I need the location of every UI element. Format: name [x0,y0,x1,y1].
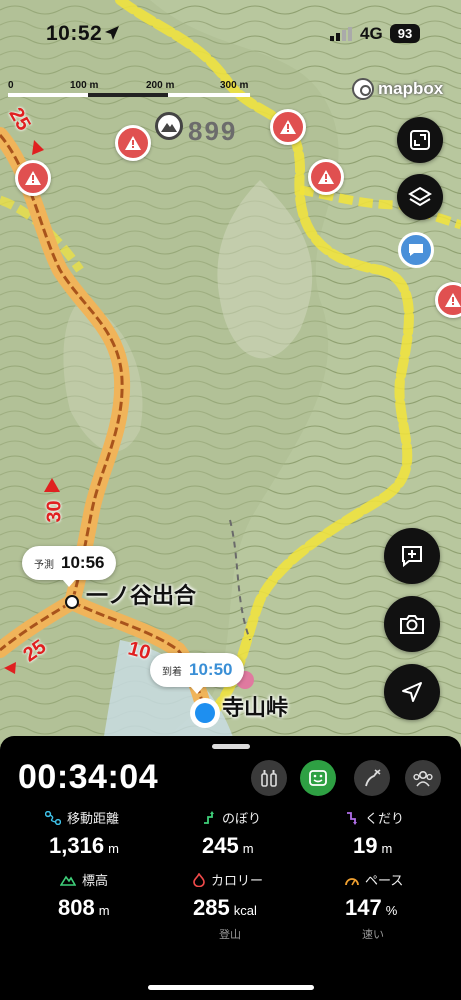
mountain-icon [60,875,76,886]
scale-label-0: 0 [8,80,14,91]
battery-level: 93 [390,24,420,43]
gear-checklist-button[interactable] [251,760,287,796]
expand-icon [410,130,430,150]
scale-label-100: 100 m [70,80,99,91]
signal-icon [330,27,352,41]
map-view[interactable]: 10:52 4G 93 0 100 m 200 m 300 m mapbox 8… [0,0,461,760]
stat-elevation: 標高 808 m [58,870,210,921]
waypoint-callout[interactable]: 到着 10:50 [150,653,245,694]
stat-unit: m [381,841,393,856]
scale-line [8,93,250,97]
group-button[interactable] [405,760,441,796]
layers-icon [408,186,432,207]
waypoint-prefix: 予測 [34,559,54,571]
stat-note: 登山 [219,929,241,941]
stat-value: 1,316 [49,833,105,858]
place-name: 寺山峠 [222,695,289,720]
stat-label: くだり [365,811,405,826]
stat-value: 19 [353,833,378,858]
status-time: 10:52 [46,22,103,45]
navigation-arrow-icon [402,682,422,702]
warning-pin-icon[interactable] [270,109,306,145]
speedometer-icon [345,877,359,885]
stat-unit: kcal [233,903,257,918]
stat-unit: % [385,903,398,918]
waypoint-callout[interactable]: 予測 10:56 [22,546,117,587]
route-off-button[interactable] [354,760,390,796]
stat-pace: ペース 147% 速い [345,870,461,942]
waypoint-time: 10:56 [61,553,105,572]
add-note-icon [402,546,422,568]
home-indicator[interactable] [148,985,314,990]
warning-pin-icon[interactable] [15,160,51,196]
stat-unit: m [242,841,254,856]
stat-label: 標高 [82,873,109,888]
layers-button[interactable] [397,174,443,220]
activity-panel: 00:34:04 移動距離 1,316 m のぼり 245 m くだり 19 m… [0,736,461,1000]
route-time-label: 30 [43,500,66,523]
stat-calories: カロリー 285 kcal 登山 [193,870,343,942]
map-base [0,0,461,760]
stat-label: ペース [365,873,404,888]
flame-icon [193,872,205,887]
scale-bar: 0 100 m 200 m 300 m [8,80,253,100]
stat-ascent: のぼり 245 m [202,808,352,859]
group-icon [413,770,433,787]
waypoint-time: 10:50 [189,660,233,679]
network-type: 4G [360,24,383,43]
status-face-button[interactable] [300,760,336,796]
stat-unit: m [108,841,119,856]
distance-icon [45,810,61,825]
stat-descent: くだり 19 m [345,808,461,859]
stat-value: 245 [202,833,239,858]
locate-button[interactable] [384,664,440,720]
location-arrow-icon [105,26,119,40]
warning-pin-icon[interactable] [308,159,344,195]
waypoint-prefix: 到着 [162,666,182,678]
stat-label: のぼり [222,811,262,826]
scale-label-300: 300 m [220,80,249,91]
mapbox-attribution[interactable]: mapbox [352,78,443,100]
elapsed-time: 00:34:04 [18,758,159,796]
smile-icon [309,770,327,786]
peak-elevation: 899 [188,116,238,146]
stat-unit: m [98,903,110,918]
route-icon [365,769,381,787]
warning-pin-icon[interactable] [115,125,151,161]
bottles-icon [261,770,277,787]
expand-map-button[interactable] [397,117,443,163]
stat-note: 速い [362,929,384,941]
stat-value: 147 [345,895,382,920]
stat-label: カロリー [211,873,264,888]
descent-icon [347,811,357,825]
scale-label-200: 200 m [146,80,175,91]
mountain-peak-icon[interactable] [155,112,183,140]
status-bar: 10:52 4G 93 [0,0,461,66]
ascent-icon [204,810,214,824]
add-memo-button[interactable] [384,528,440,584]
comment-pin-icon[interactable] [398,232,434,268]
panel-grabber[interactable] [212,744,250,749]
stat-distance: 移動距離 1,316 m [45,808,195,859]
stat-value: 285 [193,895,230,920]
stat-label: 移動距離 [67,811,120,826]
place-name: 一ノ谷出合 [86,583,197,608]
camera-button[interactable] [384,596,440,652]
stat-value: 808 [58,895,95,920]
camera-icon [400,615,424,634]
mapbox-label: mapbox [378,79,444,98]
mapbox-logo-icon [352,78,374,100]
